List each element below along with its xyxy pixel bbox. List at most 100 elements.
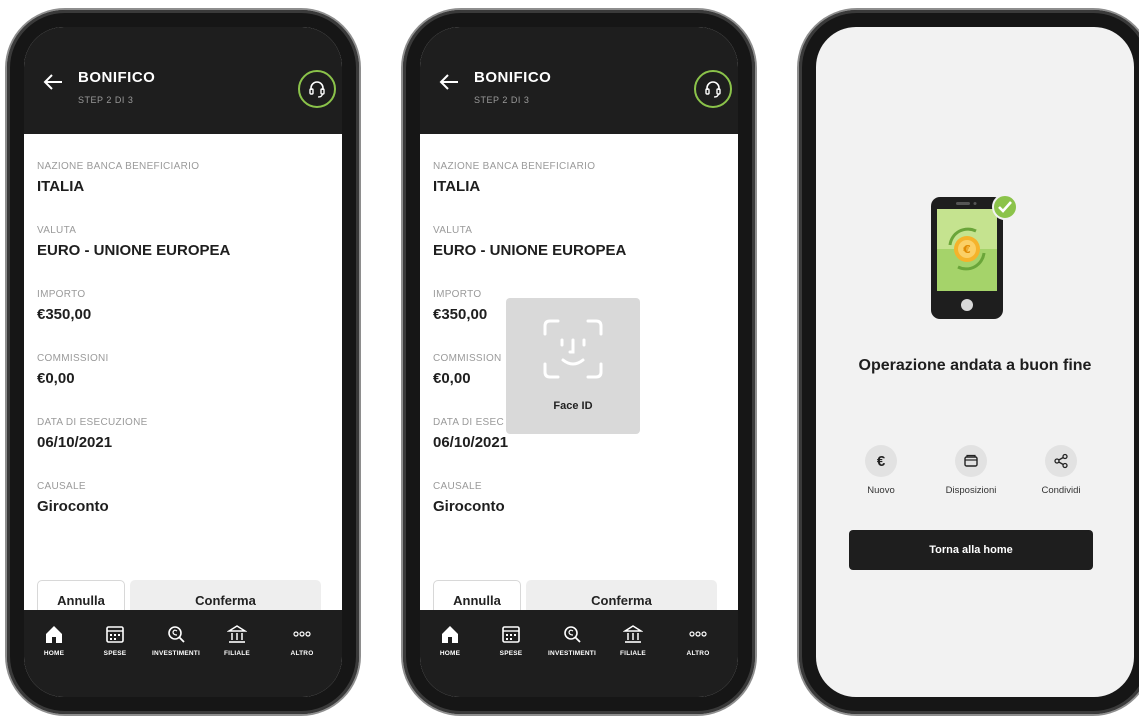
tab-label: FILIALE — [620, 650, 646, 657]
field-value: ITALIA — [37, 178, 85, 195]
back-to-home-button[interactable]: Torna alla home — [849, 530, 1093, 570]
phone-transfer-summary: BONIFICO STEP 2 DI 3 NAZIONE BANCA BENEF… — [7, 10, 359, 714]
more-icon — [689, 631, 707, 637]
action-label: Condividi — [1041, 485, 1081, 496]
calendar-icon — [106, 626, 124, 643]
field-value: €0,00 — [37, 370, 75, 387]
field-commissioni: COMMISSIONI €0,00 — [37, 353, 109, 387]
field-label: CAUSALE — [37, 481, 86, 492]
field-value: 06/10/2021 — [433, 434, 509, 451]
home-icon — [46, 626, 62, 643]
field-valuta: VALUTA EURO - UNIONE EUROPEA — [37, 225, 230, 259]
field-value: Giroconto — [433, 498, 505, 515]
screen: € Operazione andata a buon fine € Nuovo … — [816, 27, 1134, 697]
field-nazione: NAZIONE BANCA BENEFICIARIO ITALIA — [433, 161, 595, 195]
new-operation-button[interactable]: € Nuovo — [836, 445, 926, 496]
bank-icon — [227, 625, 247, 643]
field-valuta: VALUTA EURO - UNIONE EUROPEA — [433, 225, 626, 259]
app-header: BONIFICO STEP 2 DI 3 — [420, 27, 738, 134]
field-label: CAUSALE — [433, 481, 482, 492]
investments-icon — [564, 626, 581, 643]
page-title: BONIFICO — [78, 69, 156, 86]
faceid-icon — [543, 319, 603, 379]
back-arrow-icon[interactable] — [438, 71, 460, 93]
tab-label: FILIALE — [224, 650, 250, 657]
field-value: Giroconto — [37, 498, 109, 515]
euro-icon: € — [865, 445, 897, 477]
share-button[interactable]: Condividi — [1016, 445, 1106, 496]
field-label: COMMISSIONI — [37, 353, 109, 364]
field-value: 06/10/2021 — [37, 434, 113, 451]
headset-icon — [309, 81, 325, 98]
tab-filiale[interactable]: FILIALE — [603, 624, 663, 657]
step-indicator: STEP 2 DI 3 — [474, 95, 530, 105]
tab-filiale[interactable]: FILIALE — [207, 624, 267, 657]
investments-icon — [168, 626, 185, 643]
tab-spese[interactable]: SPESE — [85, 624, 145, 657]
tab-label: SPESE — [499, 650, 523, 657]
support-headset-button[interactable] — [298, 70, 336, 108]
field-label: DATA DI ESECUZIONE — [37, 417, 148, 428]
tab-label: ALTRO — [686, 650, 710, 657]
phone-faceid-prompt: BONIFICO STEP 2 DI 3 NAZIONE BANCA BENEF… — [403, 10, 755, 714]
field-label: COMMISSION — [433, 353, 502, 364]
field-value: ITALIA — [433, 178, 481, 195]
field-label: IMPORTO — [37, 289, 86, 300]
field-value: EURO - UNIONE EUROPEA — [433, 242, 627, 259]
field-causale: CAUSALE Giroconto — [433, 481, 505, 515]
field-nazione: NAZIONE BANCA BENEFICIARIO ITALIA — [37, 161, 199, 195]
field-label: NAZIONE BANCA BENEFICIARIO — [433, 161, 596, 172]
bottom-tab-bar: HOME SPESE INVESTIMENTI FILIALE ALTRO — [420, 610, 738, 697]
tab-altro[interactable]: ALTRO — [668, 624, 728, 657]
share-icon — [1045, 445, 1077, 477]
tab-label: ALTRO — [290, 650, 314, 657]
tab-label: INVESTIMENTI — [548, 650, 596, 657]
tab-label: SPESE — [103, 650, 127, 657]
field-label: NAZIONE BANCA BENEFICIARIO — [37, 161, 200, 172]
back-arrow-icon[interactable] — [42, 71, 64, 93]
field-causale: CAUSALE Giroconto — [37, 481, 109, 515]
field-data-esecuzione: DATA DI ESEC 06/10/2021 — [433, 417, 508, 451]
action-label: Disposizioni — [945, 485, 997, 496]
transfer-details: NAZIONE BANCA BENEFICIARIO ITALIA VALUTA… — [420, 134, 738, 620]
support-headset-button[interactable] — [694, 70, 732, 108]
faceid-label: Face ID — [553, 400, 593, 412]
screen: BONIFICO STEP 2 DI 3 NAZIONE BANCA BENEF… — [24, 27, 342, 697]
field-importo: IMPORTO €350,00 — [37, 289, 91, 323]
tab-home[interactable]: HOME — [420, 624, 480, 657]
field-value: €350,00 — [433, 306, 488, 323]
phone-success: € Operazione andata a buon fine € Nuovo … — [799, 10, 1139, 714]
screen: BONIFICO STEP 2 DI 3 NAZIONE BANCA BENEF… — [420, 27, 738, 697]
action-label: Nuovo — [867, 485, 895, 496]
tab-spese[interactable]: SPESE — [481, 624, 541, 657]
field-label: DATA DI ESEC — [433, 417, 505, 428]
field-label: VALUTA — [37, 225, 77, 236]
tab-altro[interactable]: ALTRO — [272, 624, 332, 657]
bank-icon — [623, 625, 643, 643]
page-title: BONIFICO — [474, 69, 552, 86]
field-importo: IMPORTO €350,00 — [433, 289, 487, 323]
app-header: BONIFICO STEP 2 DI 3 — [24, 27, 342, 134]
more-icon — [293, 631, 311, 637]
field-commissioni: COMMISSION €0,00 — [433, 353, 502, 387]
tab-investimenti[interactable]: INVESTIMENTI — [146, 624, 206, 657]
home-icon — [442, 626, 458, 643]
tab-label: HOME — [439, 650, 461, 657]
bottom-tab-bar: HOME SPESE INVESTIMENTI FILIALE ALTRO — [24, 610, 342, 697]
field-label: VALUTA — [433, 225, 473, 236]
success-title: Operazione andata a buon fine — [858, 357, 1092, 374]
wallet-icon — [955, 445, 987, 477]
tab-label: HOME — [43, 650, 65, 657]
field-label: IMPORTO — [433, 289, 482, 300]
svg-text:€: € — [962, 243, 971, 256]
field-value: €0,00 — [433, 370, 471, 387]
field-value: EURO - UNIONE EUROPEA — [37, 242, 231, 259]
dispositions-button[interactable]: Disposizioni — [926, 445, 1016, 496]
tab-label: INVESTIMENTI — [152, 650, 200, 657]
transfer-details: NAZIONE BANCA BENEFICIARIO ITALIA VALUTA… — [24, 134, 342, 620]
step-indicator: STEP 2 DI 3 — [78, 95, 134, 105]
tab-home[interactable]: HOME — [24, 624, 84, 657]
phone-success-illustration-icon: € — [931, 194, 1018, 319]
tab-investimenti[interactable]: INVESTIMENTI — [542, 624, 602, 657]
field-data-esecuzione: DATA DI ESECUZIONE 06/10/2021 — [37, 417, 148, 451]
